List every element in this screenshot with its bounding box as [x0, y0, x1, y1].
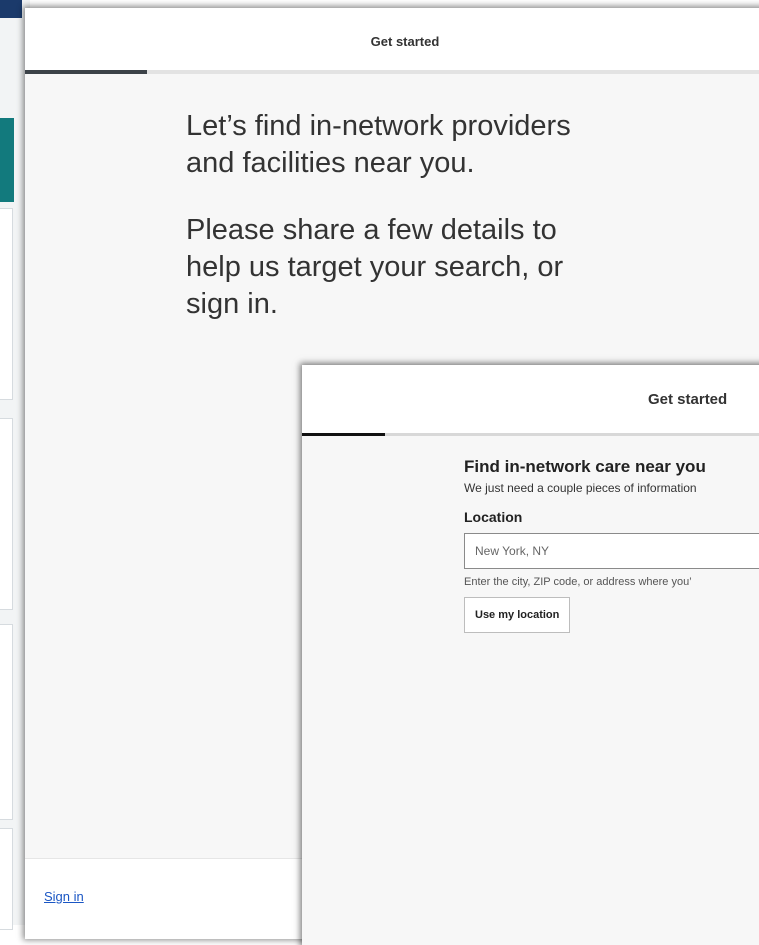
- location-form: Find in-network care near you We just ne…: [464, 457, 759, 633]
- intro-text: Let’s find in-network providers and faci…: [186, 108, 616, 353]
- background-card: [0, 418, 13, 610]
- background-teal-panel: [0, 118, 14, 202]
- location-label: Location: [464, 509, 523, 525]
- form-title: Find in-network care near you: [464, 457, 706, 476]
- sign-in-link[interactable]: Sign in: [44, 889, 84, 904]
- modal-header: Get started: [302, 365, 759, 433]
- details-line: Please share a few details to help us ta…: [186, 214, 564, 320]
- progress-bar: [302, 433, 759, 436]
- intro-line: Let’s find in-network providers and faci…: [186, 110, 571, 179]
- background-card: [0, 624, 13, 820]
- modal-header: Get started: [25, 8, 759, 70]
- progress-bar-fill: [302, 433, 385, 436]
- form-subtitle: We just need a couple pieces of informat…: [464, 481, 697, 495]
- progress-bar: [25, 70, 759, 74]
- progress-bar-fill: [25, 70, 147, 74]
- location-hint: Enter the city, ZIP code, or address whe…: [464, 576, 692, 588]
- modal-title: Get started: [648, 391, 728, 408]
- get-started-modal-front: Get started Find in-network care near yo…: [302, 365, 759, 945]
- location-input[interactable]: [464, 533, 759, 569]
- modal-title: Get started: [370, 34, 440, 49]
- background-card: [0, 208, 13, 400]
- use-my-location-button[interactable]: Use my location: [464, 597, 571, 633]
- background-header: [0, 0, 22, 18]
- background-card: [0, 828, 13, 930]
